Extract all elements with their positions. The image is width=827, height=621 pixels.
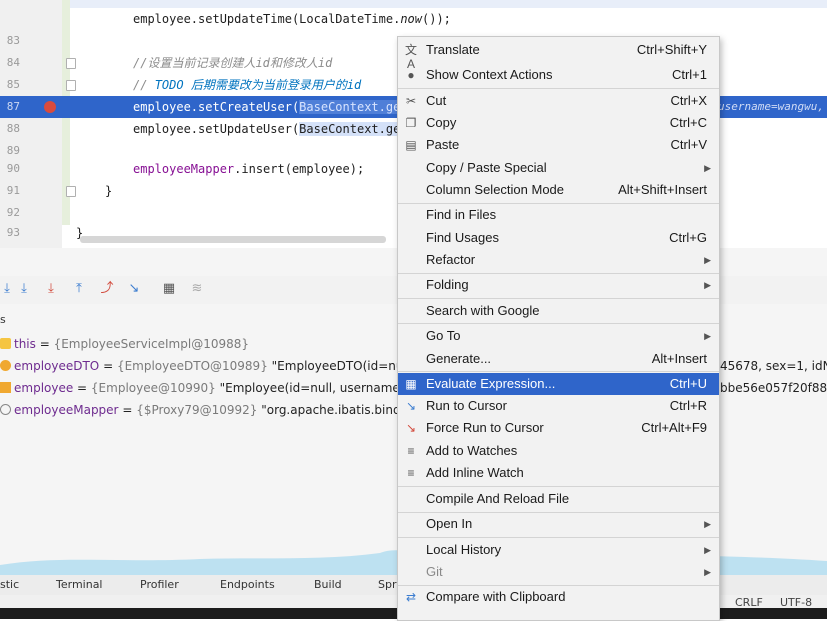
menu-separator <box>398 371 719 372</box>
variables-label: s <box>0 313 6 326</box>
menu-item-generate[interactable]: Generate... Alt+Insert <box>398 348 719 370</box>
menu-item-column-selection-mode[interactable]: Column Selection Mode Alt+Shift+Insert <box>398 179 719 201</box>
menu-item-compare-with-clipboard[interactable]: ⇄ Compare with Clipboard <box>398 586 719 608</box>
menu-separator <box>398 537 719 538</box>
submenu-arrow-icon: ▶ <box>704 255 711 265</box>
menu-item-run-to-cursor[interactable]: ↘ Run to Cursor Ctrl+R <box>398 395 719 417</box>
paste-icon: ▤ <box>405 138 417 152</box>
menu-item-add-inline-watch[interactable]: ≡ Add Inline Watch <box>398 462 719 484</box>
line-number: 85 <box>6 78 20 91</box>
variable-value-tail: bbe56e057f20f88 <box>720 381 827 395</box>
local-variable-icon <box>0 382 11 393</box>
inline-debug-value: username=wangwu, <box>718 100 824 113</box>
inline-watch-icon: ≡ <box>407 466 415 480</box>
submenu-arrow-icon: ▶ <box>704 280 711 290</box>
code-text: employee.setUpdateUser(BaseContext.get <box>133 122 408 136</box>
code-text: employee.setCreateUser(BaseContext.get <box>133 100 408 114</box>
line-number: 83 <box>6 34 20 47</box>
menu-item-add-to-watches[interactable]: ≡ Add to Watches <box>398 440 719 462</box>
line-number: 84 <box>6 56 20 69</box>
menu-item-refactor[interactable]: Refactor ▶ <box>398 249 719 271</box>
menu-item-folding[interactable]: Folding ▶ <box>398 274 719 296</box>
submenu-arrow-icon: ▶ <box>704 519 711 529</box>
menu-item-paste[interactable]: ▤ Paste Ctrl+V <box>398 134 719 156</box>
menu-separator <box>398 298 719 299</box>
copy-icon: ❐ <box>405 116 417 130</box>
menu-item-compile-and-reload[interactable]: Compile And Reload File <box>398 488 719 510</box>
submenu-arrow-icon: ▶ <box>704 567 711 577</box>
menu-item-local-history[interactable]: Local History ▶ <box>398 539 719 561</box>
field-icon <box>0 338 11 349</box>
menu-item-show-context-actions[interactable]: ● Show Context Actions Ctrl+1 <box>398 64 719 86</box>
menu-item-cut[interactable]: ✂ Cut Ctrl+X <box>398 90 719 112</box>
trace-stream-icon[interactable]: ≋ <box>190 282 204 296</box>
evaluate-toolbar-icon[interactable]: ▦ <box>162 282 176 296</box>
menu-item-force-run-to-cursor[interactable]: ↘ Force Run to Cursor Ctrl+Alt+F9 <box>398 417 719 439</box>
step-out-icon[interactable]: ⤒ <box>72 282 86 296</box>
submenu-arrow-icon: ▶ <box>704 163 711 173</box>
breakpoint-icon[interactable] <box>44 101 56 113</box>
horizontal-scrollbar[interactable] <box>80 236 386 243</box>
line-number: 93 <box>6 226 20 239</box>
step-over-icon[interactable]: ⤓ <box>0 282 14 296</box>
line-separator-indicator[interactable]: CRLF <box>735 596 763 609</box>
line-number: 90 <box>6 162 20 175</box>
context-menu: 文A Translate Ctrl+Shift+Y ● Show Context… <box>397 36 720 621</box>
encoding-indicator[interactable]: UTF-8 <box>780 596 812 609</box>
cut-icon: ✂ <box>405 94 417 108</box>
fold-marker-icon[interactable] <box>66 186 76 197</box>
translate-icon: 文A <box>404 43 417 71</box>
field-icon <box>0 404 11 415</box>
tab-endpoints[interactable]: Endpoints <box>220 578 275 591</box>
variable-value-tail: 45678, sex=1, idNu <box>720 359 827 373</box>
line-number: 91 <box>6 184 20 197</box>
tab-problems[interactable]: stic <box>0 578 19 591</box>
tab-terminal[interactable]: Terminal <box>56 578 103 591</box>
menu-item-git[interactable]: Git ▶ <box>398 561 719 583</box>
menu-item-go-to[interactable]: Go To ▶ <box>398 325 719 347</box>
menu-item-evaluate-expression[interactable]: ▦ Evaluate Expression... Ctrl+U <box>398 373 719 395</box>
force-step-into-icon[interactable]: ⤓ <box>44 282 58 296</box>
variable-row[interactable]: this = {EmployeeServiceImpl@10988} <box>0 333 249 355</box>
menu-item-copy[interactable]: ❐ Copy Ctrl+C <box>398 112 719 134</box>
submenu-arrow-icon: ▶ <box>704 545 711 555</box>
drop-frame-icon[interactable]: ⤴ <box>100 282 114 296</box>
code-line[interactable]: employee.setUpdateTime(LocalDateTime.now… <box>0 8 827 30</box>
line-number: 92 <box>6 206 20 219</box>
add-watch-icon: ≡ <box>407 444 415 458</box>
todo-comment: // TODO 后期需要改为当前登录用户的id <box>133 78 362 92</box>
line-number: 88 <box>6 122 20 135</box>
editor-tab-strip <box>0 0 827 8</box>
menu-item-find-usages[interactable]: Find Usages Ctrl+G <box>398 227 719 249</box>
menu-item-find-in-files[interactable]: Find in Files <box>398 204 719 226</box>
compare-clipboard-icon: ⇄ <box>405 590 417 604</box>
bulb-icon: ● <box>407 68 415 82</box>
line-number: 87 <box>6 100 20 113</box>
submenu-arrow-icon: ▶ <box>704 331 711 341</box>
menu-item-copy-paste-special[interactable]: Copy / Paste Special ▶ <box>398 157 719 179</box>
tab-build[interactable]: Build <box>314 578 342 591</box>
force-run-to-cursor-icon: ↘ <box>405 421 417 435</box>
variable-row[interactable]: employee = {Employee@10990} "Employee(id… <box>0 377 410 399</box>
menu-item-open-in[interactable]: Open In ▶ <box>398 513 719 535</box>
code-text: employee.setUpdateTime(LocalDateTime.now… <box>133 12 451 26</box>
code-text: } <box>105 184 113 198</box>
menu-item-search-with-google[interactable]: Search with Google <box>398 300 719 322</box>
menu-separator <box>398 88 719 89</box>
menu-item-translate[interactable]: 文A Translate Ctrl+Shift+Y <box>398 39 719 71</box>
evaluate-icon: ▦ <box>405 377 417 391</box>
tab-profiler[interactable]: Profiler <box>140 578 179 591</box>
fold-marker-icon[interactable] <box>66 58 76 69</box>
step-into-icon[interactable]: ⤓ <box>17 282 31 296</box>
code-text: employeeMapper.insert(employee); <box>133 162 365 176</box>
variable-row[interactable]: employeeDTO = {EmployeeDTO@10989} "Emplo… <box>0 355 407 377</box>
menu-separator <box>398 323 719 324</box>
menu-separator <box>398 486 719 487</box>
parameter-icon <box>0 360 11 371</box>
fold-marker-icon[interactable] <box>66 80 76 91</box>
run-to-cursor-toolbar-icon[interactable]: ↘ <box>127 282 141 296</box>
variable-row[interactable]: employeeMapper = {$Proxy79@10992} "org.a… <box>0 399 401 421</box>
code-comment: //设置当前记录创建人id和修改人id <box>133 56 333 70</box>
run-to-cursor-icon: ↘ <box>405 399 417 413</box>
